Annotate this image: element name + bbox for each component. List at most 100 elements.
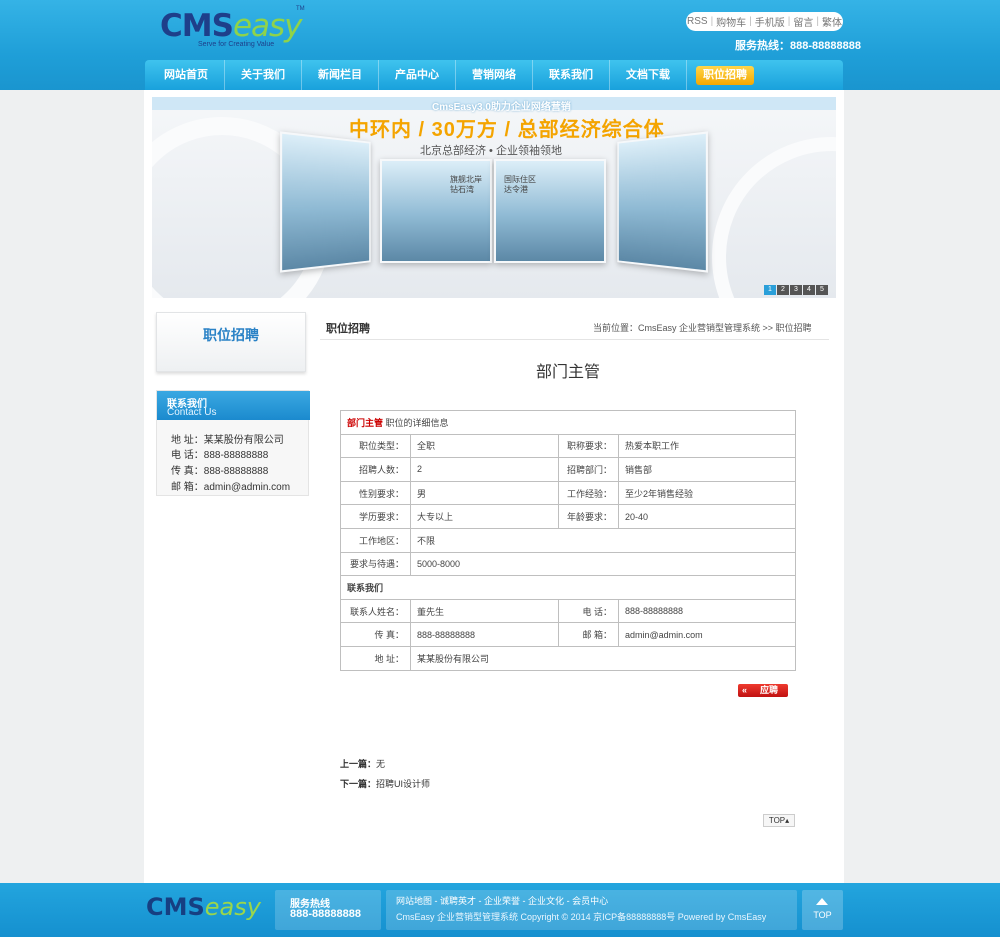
next-label: 下一篇： [340, 779, 377, 789]
field-label: 工作经验： [558, 480, 619, 506]
job-title: 部门主管 [535, 364, 600, 381]
field-label: 招聘人数： [340, 457, 411, 482]
field-label: 地 址： [340, 645, 411, 671]
banner-dot-4[interactable]: 4 [803, 285, 815, 295]
table-row: 联系我们 [340, 575, 796, 600]
field-label: 要求与待遇： [340, 551, 411, 577]
field-label: 传 真： [340, 622, 411, 647]
contact-heading-en: Contact Us [167, 407, 217, 418]
next-article[interactable]: 下一篇：招聘UI设计师 [340, 777, 430, 790]
footer-logo-cms: CMS [146, 893, 205, 921]
contact-subheading: 联系我们 [340, 575, 796, 600]
logo-easy-text: easy [232, 8, 303, 44]
field-value: 销售部 [618, 457, 796, 482]
header-hotline: 服务热线：888-88888888 [735, 40, 861, 52]
field-label: 职称要求： [558, 433, 619, 459]
contact-address: 地 址：某某股份有限公司 [171, 435, 284, 446]
top-links: RSS | 购物车 | 手机版 | 留言 | 繁体 [686, 12, 843, 31]
nav-contact[interactable]: 联系我们 [533, 60, 610, 90]
main-nav: 网站首页 关于我们 新闻栏目 产品中心 营销网络 联系我们 文档下载 职位招聘 [145, 60, 843, 90]
table-row: 工作地区： 不限 [340, 527, 796, 553]
footer-logo[interactable]: CMSeasy [146, 893, 261, 921]
table-row: 性别要求： 男 工作经验： 至少2年销售经验 [340, 480, 796, 506]
prev-article[interactable]: 上一篇：无 [340, 757, 385, 770]
banner-dot-5[interactable]: 5 [816, 285, 828, 295]
nav-about[interactable]: 关于我们 [225, 60, 302, 90]
footer-link-honors[interactable]: 企业荣誉 [484, 896, 520, 906]
banner-dot-1[interactable]: 1 [764, 285, 776, 295]
table-header: 部门主管 职位的详细信息 [340, 410, 796, 435]
banner-slideshow[interactable]: CmsEasy3.0助力企业网络营销 中环内 / 30万方 / 总部经济综合体 … [152, 97, 836, 298]
next-value[interactable]: 招聘UI设计师 [376, 779, 430, 789]
banner-subtitle: 北京总部经济 • 企业领袖领地 [420, 145, 562, 157]
table-row: 学历要求： 大专以上 年龄要求： 20-40 [340, 504, 796, 529]
banner-image-panel: 旗舰北岸 钻石湾 [380, 159, 492, 263]
nav-products[interactable]: 产品中心 [379, 60, 456, 90]
nav-downloads[interactable]: 文档下载 [610, 60, 687, 90]
double-left-arrow-icon: « [742, 685, 748, 695]
banner-dot-2[interactable]: 2 [777, 285, 789, 295]
field-label: 职位类型： [340, 433, 411, 459]
contact-fax: 传 真：888-88888888 [171, 466, 269, 477]
toplink-traditional[interactable]: 繁体 [822, 14, 842, 29]
nav-jobs[interactable]: 职位招聘 [696, 65, 754, 85]
nav-network[interactable]: 营销网络 [456, 60, 533, 90]
breadcrumb[interactable]: 当前位置：CmsEasy 企业营销型管理系统 >> 职位招聘 [593, 321, 812, 334]
logo-slogan: Serve for Creating Value [198, 41, 275, 48]
banner-dot-3[interactable]: 3 [790, 285, 802, 295]
site-logo[interactable]: CMSeasy TM Serve for Creating Value [160, 6, 310, 53]
footer-link-careers[interactable]: 诚聘英才 [440, 896, 476, 906]
sidebar-title: 职位招聘 [203, 327, 259, 343]
footer-logo-easy: easy [204, 893, 261, 921]
back-to-top-button[interactable]: TOP▴ [763, 814, 795, 827]
field-label: 招聘部门： [558, 457, 619, 482]
field-value: 董先生 [410, 598, 559, 624]
nav-home[interactable]: 网站首页 [148, 60, 225, 90]
field-label: 年龄要求： [558, 504, 619, 529]
banner-image-panel [280, 131, 371, 273]
field-value: 大专以上 [410, 504, 559, 529]
field-label: 联系人姓名： [340, 598, 411, 624]
toplink-rss[interactable]: RSS [687, 16, 708, 27]
footer-link-sitemap[interactable]: 网站地图 [396, 896, 432, 906]
toplink-message[interactable]: 留言 [793, 14, 813, 29]
field-value: 热爱本职工作 [618, 433, 796, 459]
nav-news[interactable]: 新闻栏目 [302, 60, 379, 90]
field-value: 20-40 [618, 504, 796, 529]
title-divider [320, 339, 829, 340]
toplink-mobile[interactable]: 手机版 [755, 14, 785, 29]
sidebar-contact: 联系我们 Contact Us 地 址：某某股份有限公司 电 话：888-888… [156, 390, 310, 496]
field-label: 工作地区： [340, 527, 411, 553]
table-header-job: 部门主管 [347, 417, 384, 428]
apply-button[interactable]: « 应聘 [738, 684, 788, 697]
banner-pager: 1 2 3 4 5 [764, 285, 828, 295]
arrow-up-icon [816, 898, 828, 905]
footer-top-button[interactable]: TOP [802, 890, 843, 930]
logo-tm: TM [296, 6, 305, 12]
banner-image-panel [617, 131, 708, 273]
table-row: 职位类型： 全职 职称要求： 热爱本职工作 [340, 433, 796, 459]
footer-link-culture[interactable]: 企业文化 [528, 896, 564, 906]
toplink-cart[interactable]: 购物车 [716, 14, 746, 29]
field-value: admin@admin.com [618, 622, 796, 647]
field-value: 888-88888888 [410, 622, 559, 647]
site-header: CMSeasy TM Serve for Creating Value RSS |… [0, 0, 1000, 90]
contact-heading: 联系我们 Contact Us [157, 391, 310, 420]
banner-panel-label: 国际住区 达令港 [504, 175, 536, 194]
field-label: 邮 箱： [558, 622, 619, 647]
field-value: 不限 [410, 527, 796, 553]
footer-link-member[interactable]: 会员中心 [572, 896, 608, 906]
table-row: 传 真： 888-88888888 邮 箱： admin@admin.com [340, 622, 796, 647]
banner-headline: 中环内 / 30万方 / 总部经济综合体 [349, 119, 665, 141]
prev-value: 无 [376, 759, 386, 769]
footer-top-label: TOP [813, 910, 832, 920]
site-footer: CMSeasy 服务热线 888-88888888 网站地图 - 诚聘英才 - … [0, 883, 1000, 937]
field-label: 学历要求： [340, 504, 411, 529]
field-value: 全职 [410, 433, 559, 459]
table-row: 联系人姓名： 董先生 电 话： 888-88888888 [340, 598, 796, 624]
contact-email: 邮 箱：admin@admin.com [171, 482, 291, 493]
footer-hotline-value: 888-88888888 [290, 908, 361, 920]
field-value: 某某股份有限公司 [410, 645, 796, 671]
field-value: 888-88888888 [618, 598, 796, 624]
job-detail-table: 部门主管 职位的详细信息 职位类型： 全职 职称要求： 热爱本职工作 招聘人数：… [340, 410, 796, 671]
